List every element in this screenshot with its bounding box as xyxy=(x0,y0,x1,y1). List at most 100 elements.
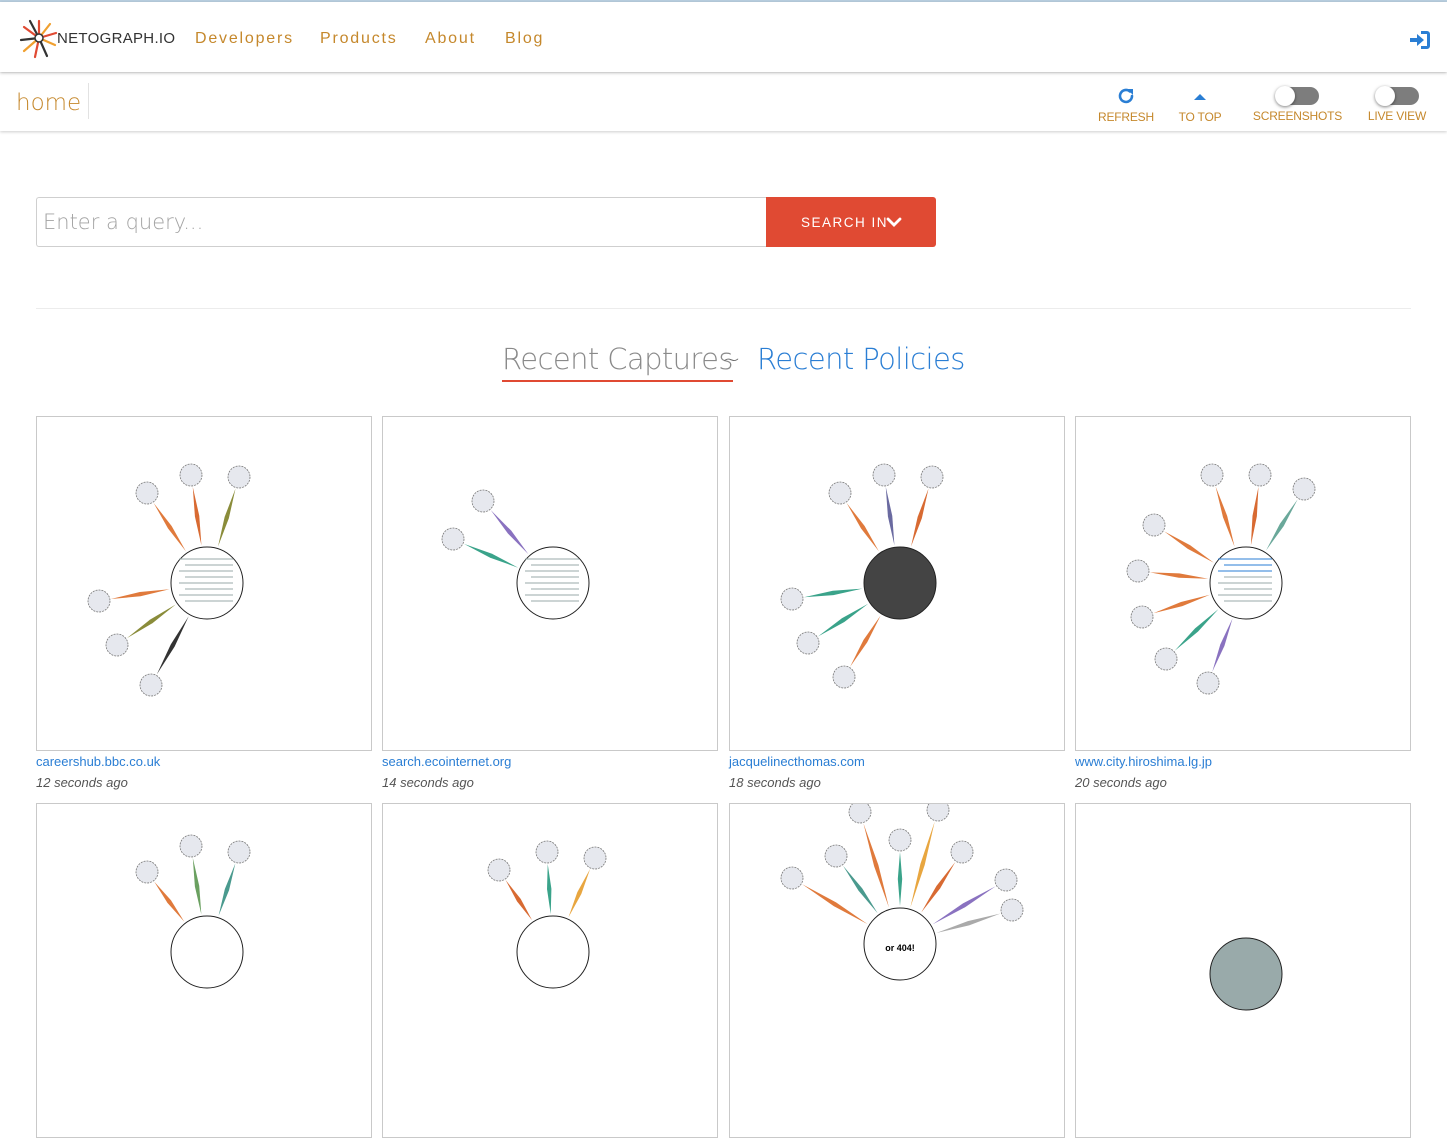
graph-node[interactable] xyxy=(1200,463,1224,487)
graph-node[interactable] xyxy=(1154,647,1178,671)
to-top-button[interactable]: TO TOP xyxy=(1172,73,1228,131)
graph-node[interactable] xyxy=(888,828,912,852)
capture-card[interactable] xyxy=(36,803,372,1138)
graph-node[interactable] xyxy=(471,489,495,513)
graph-node[interactable] xyxy=(1000,898,1024,922)
graph-node[interactable] xyxy=(227,840,251,864)
graph-edge xyxy=(1250,486,1259,546)
capture-graph: or 404! xyxy=(780,804,1024,981)
screenshots-label: SCREENSHOTS xyxy=(1252,109,1343,123)
refresh-label: REFRESH xyxy=(1098,110,1154,124)
graph-edge xyxy=(192,857,202,915)
capture-url-link[interactable]: www.city.hiroshima.lg.jp xyxy=(1075,754,1212,769)
logo-text[interactable]: NETOGRAPH.IO xyxy=(57,30,175,47)
title-divider xyxy=(88,83,89,119)
refresh-icon xyxy=(1118,88,1134,104)
graph-edge xyxy=(463,543,519,568)
nav-link-blog[interactable]: Blog xyxy=(505,30,544,48)
graph-node[interactable] xyxy=(828,481,852,505)
graph-node[interactable] xyxy=(1142,513,1166,537)
capture-timestamp: 20 seconds ago xyxy=(1075,775,1167,790)
graph-edge xyxy=(850,615,881,667)
netograph-logo-icon[interactable] xyxy=(19,18,59,60)
graph-node[interactable] xyxy=(135,481,159,505)
capture-graph xyxy=(87,463,251,697)
capture-url-link[interactable]: jacquelinecthomas.com xyxy=(729,754,865,769)
graph-node[interactable] xyxy=(1126,559,1150,583)
graph-node[interactable] xyxy=(1196,671,1220,695)
section-divider xyxy=(36,308,1411,309)
graph-node[interactable] xyxy=(179,463,203,487)
graph-node[interactable] xyxy=(135,860,159,884)
capture-card[interactable] xyxy=(36,416,372,751)
graph-node[interactable] xyxy=(780,866,804,890)
graph-node[interactable] xyxy=(824,844,848,868)
graph-edge xyxy=(1212,618,1233,672)
main-navbar: NETOGRAPH.IO Developers Products About B… xyxy=(0,2,1447,72)
capture-url-link[interactable]: search.ecointernet.org xyxy=(382,754,511,769)
recent-captures-tab[interactable]: Recent Captures xyxy=(502,342,733,382)
graph-node[interactable] xyxy=(105,633,129,657)
nav-link-products[interactable]: Products xyxy=(320,30,398,48)
graph-node[interactable] xyxy=(87,589,111,613)
search-in-button[interactable]: SEARCH IN xyxy=(766,197,936,247)
graph-node[interactable] xyxy=(950,840,974,864)
graph-node[interactable] xyxy=(1248,463,1272,487)
capture-card[interactable] xyxy=(382,416,718,751)
graph-hub-thumbnail[interactable] xyxy=(863,546,937,620)
capture-graph xyxy=(487,840,607,989)
graph-node[interactable] xyxy=(848,804,872,824)
screenshots-toggle[interactable]: SCREENSHOTS xyxy=(1250,73,1345,131)
capture-card[interactable] xyxy=(729,416,1065,751)
graph-node[interactable] xyxy=(872,463,896,487)
capture-card[interactable] xyxy=(382,803,718,1138)
search-in-label: SEARCH IN xyxy=(801,215,889,230)
graph-edge xyxy=(192,486,202,546)
capture-graph xyxy=(1126,463,1316,695)
capture-graph xyxy=(780,463,944,689)
graph-node[interactable] xyxy=(227,465,251,489)
live-view-toggle[interactable]: LIVE VIEW xyxy=(1362,73,1432,131)
capture-timestamp: 14 seconds ago xyxy=(382,775,474,790)
capture-card[interactable] xyxy=(1075,803,1411,1138)
graph-edge xyxy=(921,861,956,913)
graph-node[interactable] xyxy=(832,665,856,689)
nav-link-developers[interactable]: Developers xyxy=(195,30,294,48)
graph-hub-thumbnail[interactable] xyxy=(1209,937,1283,1011)
sign-in-icon[interactable] xyxy=(1409,30,1431,50)
graph-node[interactable] xyxy=(1130,605,1154,629)
search-input[interactable] xyxy=(36,197,767,247)
capture-url-link[interactable]: careershub.bbc.co.uk xyxy=(36,754,160,769)
graph-node[interactable] xyxy=(179,834,203,858)
graph-edge xyxy=(910,821,935,908)
graph-node[interactable] xyxy=(441,527,465,551)
graph-edge xyxy=(154,881,185,922)
graph-node[interactable] xyxy=(920,465,944,489)
graph-hub-thumbnail[interactable] xyxy=(170,915,244,989)
capture-graph xyxy=(135,834,251,989)
graph-edge xyxy=(897,852,903,906)
graph-node[interactable] xyxy=(487,858,511,882)
capture-card[interactable]: or 404! xyxy=(729,803,1065,1138)
graph-node[interactable] xyxy=(139,673,163,697)
recent-policies-tab[interactable]: Recent Policies xyxy=(757,342,965,376)
switch-knob xyxy=(1375,86,1395,106)
graph-edge xyxy=(126,604,176,639)
graph-node[interactable] xyxy=(780,587,804,611)
graph-node[interactable] xyxy=(796,631,820,655)
nav-link-about[interactable]: About xyxy=(425,30,476,48)
graph-hub-thumbnail[interactable] xyxy=(516,915,590,989)
refresh-button[interactable]: REFRESH xyxy=(1096,73,1156,131)
graph-edge xyxy=(218,863,236,916)
graph-edge xyxy=(885,486,895,546)
graph-node[interactable] xyxy=(583,846,607,870)
screenshots-switch[interactable] xyxy=(1275,86,1319,106)
graph-node[interactable] xyxy=(535,840,559,864)
graph-node[interactable] xyxy=(1292,477,1316,501)
graph-edge xyxy=(863,823,889,908)
graph-node[interactable] xyxy=(994,868,1018,892)
graph-edge xyxy=(1164,531,1214,563)
graph-node[interactable] xyxy=(926,804,950,822)
capture-card[interactable] xyxy=(1075,416,1411,751)
live-view-switch[interactable] xyxy=(1375,86,1419,106)
